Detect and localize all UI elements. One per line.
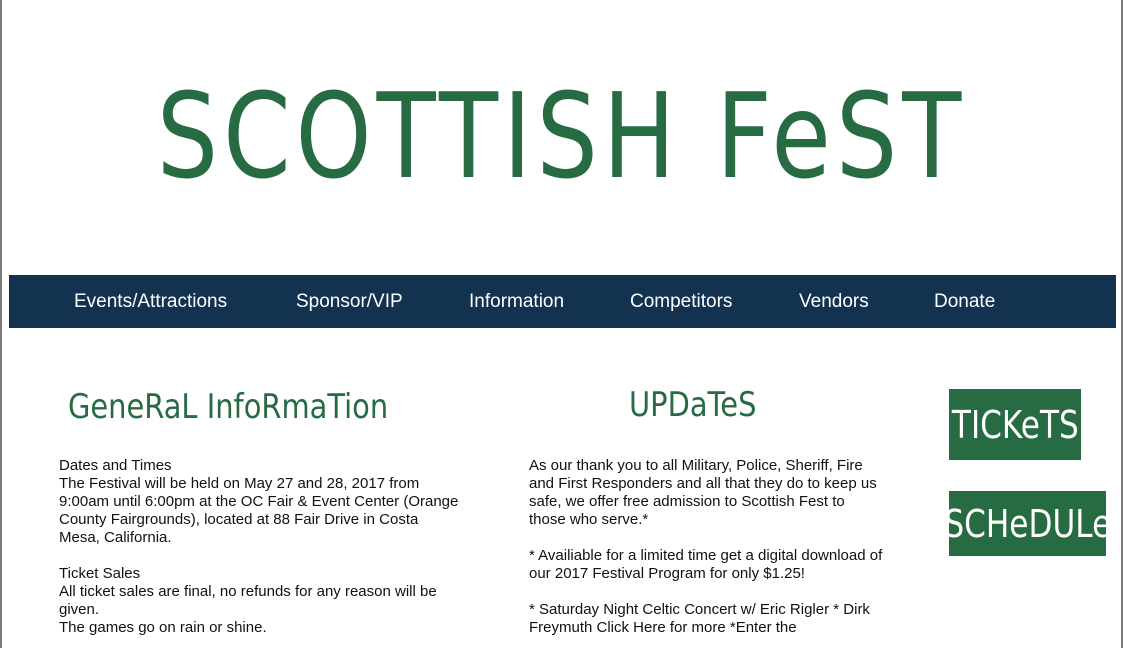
schedule-button-label: SCHeDULe [949, 501, 1106, 546]
general-information-heading: GeneRaL InfoRmaTion [68, 387, 389, 427]
tickets-button[interactable]: TICKeTS [949, 389, 1081, 460]
main-nav: Events/Attractions Sponsor/VIP Informati… [9, 275, 1116, 328]
nav-item-sponsor-vip[interactable]: Sponsor/VIP [296, 291, 403, 313]
updates-program-text: * Availiable for a limited time get a di… [529, 547, 883, 582]
nav-item-competitors[interactable]: Competitors [630, 291, 732, 313]
nav-item-events-attractions[interactable]: Events/Attractions [74, 291, 227, 313]
site-logo-title[interactable]: SCOTTISH FeST [101, 72, 1022, 200]
updates-body: As our thank you to all Military, Police… [529, 457, 884, 655]
nav-item-donate[interactable]: Donate [934, 291, 995, 313]
dates-times-text: The Festival will be held on May 27 and … [59, 475, 459, 546]
dates-times-title: Dates and Times [59, 457, 172, 474]
updates-heading: UPDaTeS [629, 385, 757, 425]
window-left-edge [0, 0, 2, 648]
ticket-sales-title: Ticket Sales [59, 565, 141, 582]
updates-military-text: As our thank you to all Military, Police… [529, 457, 877, 528]
updates-concert-text[interactable]: * Saturday Night Celtic Concert w/ Eric … [529, 601, 884, 637]
nav-item-vendors[interactable]: Vendors [799, 291, 869, 313]
general-information-body: Dates and Times The Festival will be hel… [59, 457, 459, 637]
schedule-button[interactable]: SCHeDULe [949, 491, 1106, 556]
tickets-button-label: TICKeTS [951, 402, 1079, 447]
ticket-sales-text: All ticket sales are final, no refunds f… [59, 583, 437, 618]
rain-or-shine-text: The games go on rain or shine. [59, 619, 267, 636]
nav-item-information[interactable]: Information [469, 291, 564, 313]
